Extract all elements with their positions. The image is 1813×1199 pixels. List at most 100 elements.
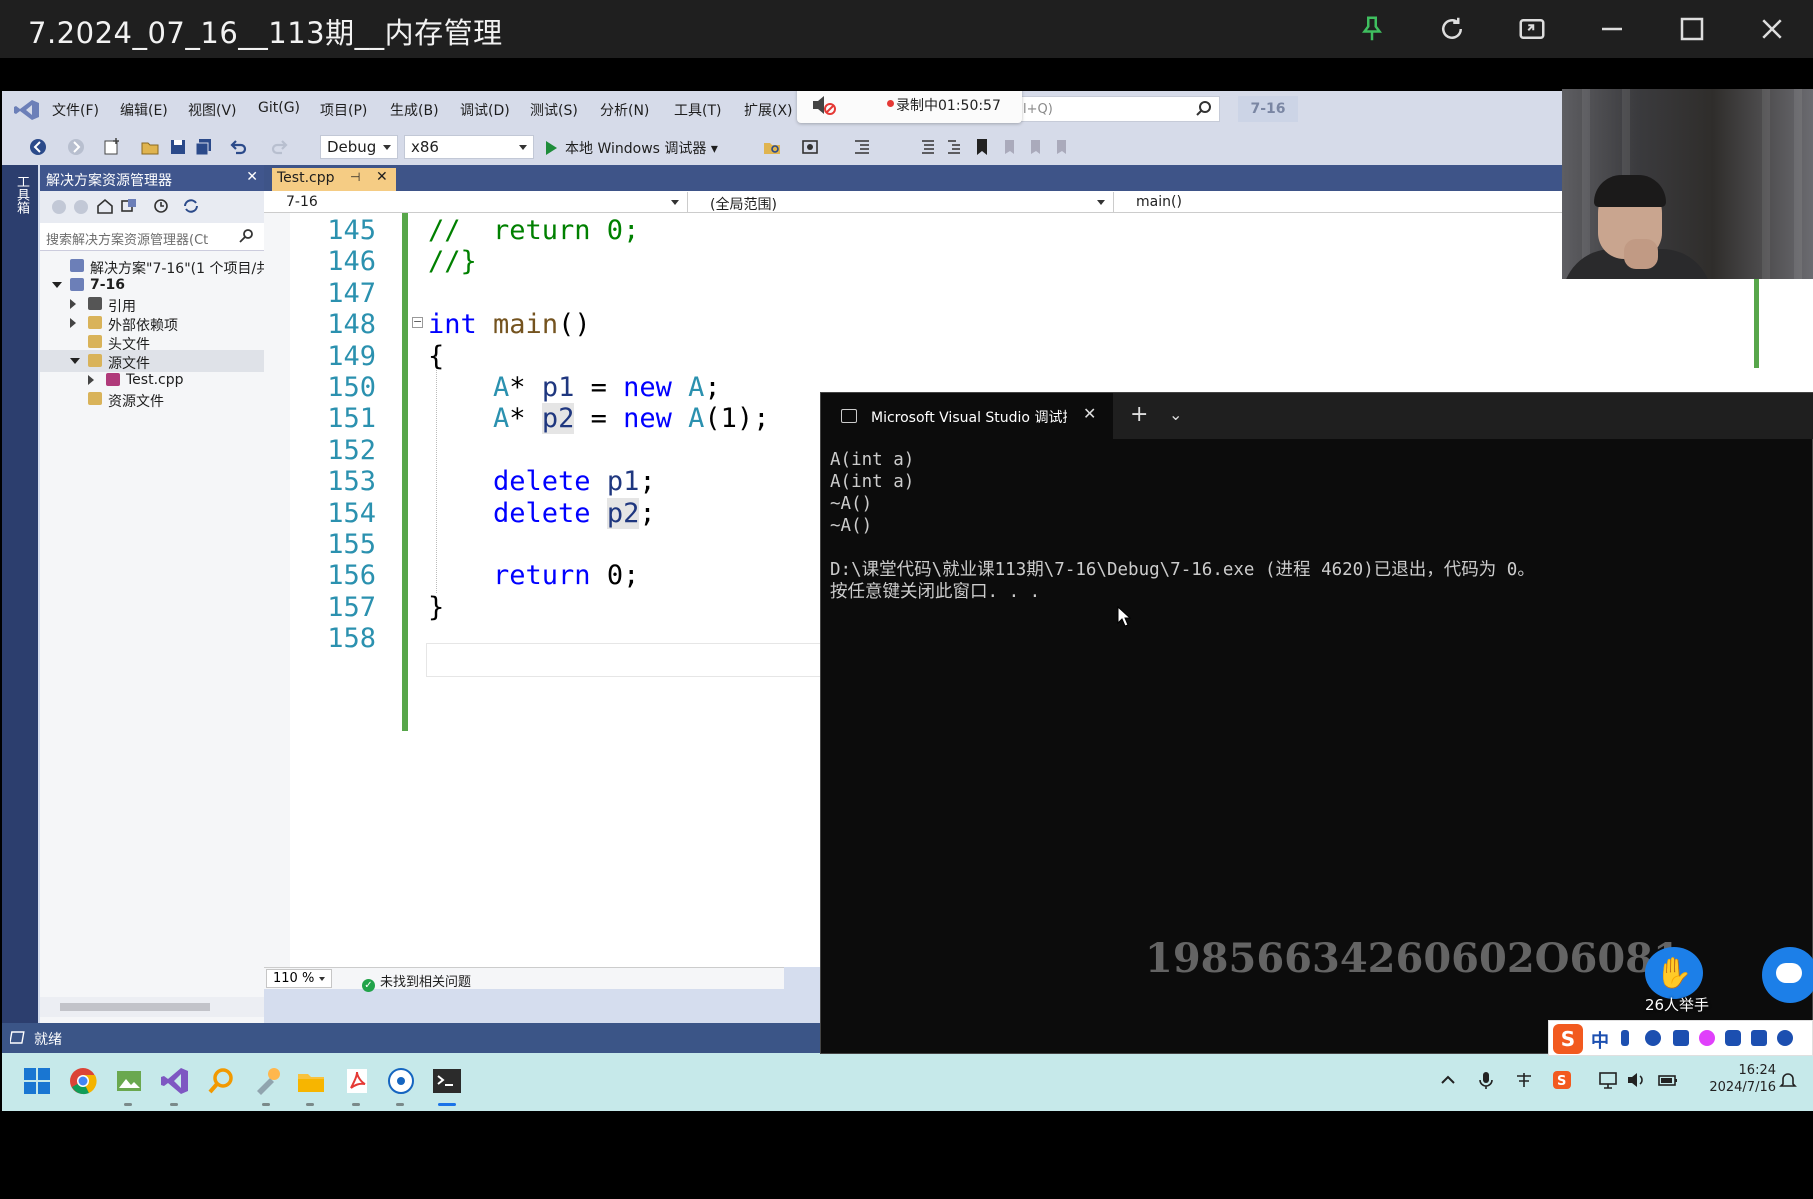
- menu-tools[interactable]: 工具(T): [674, 100, 721, 120]
- scrollbar-thumb[interactable]: [60, 1003, 210, 1011]
- menu-file[interactable]: 文件(F): [52, 100, 99, 120]
- settings-gear-icon[interactable]: [1777, 1030, 1793, 1046]
- member-select[interactable]: main(): [1114, 192, 1574, 212]
- chevron-down-icon[interactable]: ⌄: [1169, 405, 1182, 424]
- uncomment-lines-icon[interactable]: [944, 137, 964, 157]
- expand-closed-icon[interactable]: [70, 299, 76, 309]
- code-line[interactable]: int main(): [428, 309, 591, 340]
- terminal-icon[interactable]: [432, 1066, 462, 1096]
- collapse-main-icon[interactable]: −: [412, 316, 423, 328]
- redo-icon[interactable]: [270, 137, 290, 157]
- code-line[interactable]: {: [428, 341, 444, 372]
- ime-mode-toggle[interactable]: 中: [1591, 1027, 1609, 1053]
- outdent-icon[interactable]: [852, 137, 872, 157]
- back-icon[interactable]: [50, 198, 68, 216]
- prev-bookmark-icon[interactable]: [1000, 137, 1020, 157]
- home-icon[interactable]: [96, 197, 114, 215]
- ide-search-input[interactable]: l+Q): [1016, 96, 1220, 122]
- comment-lines-icon[interactable]: [918, 137, 938, 157]
- configuration-select[interactable]: Debug: [320, 135, 398, 159]
- visual-studio-icon[interactable]: [160, 1066, 190, 1096]
- close-panel-icon[interactable]: ✕: [246, 169, 258, 185]
- pin-tab-icon[interactable]: ⊣: [350, 170, 360, 184]
- platform-select[interactable]: x86: [404, 135, 534, 159]
- menu-test[interactable]: 测试(S): [530, 100, 578, 120]
- code-line[interactable]: A* p2 = new A(1);: [428, 403, 769, 435]
- file-explorer-icon[interactable]: [296, 1066, 326, 1096]
- menu-project[interactable]: 项目(P): [320, 100, 367, 120]
- pin-button[interactable]: [1350, 8, 1394, 50]
- notification-icon[interactable]: [1778, 1070, 1798, 1090]
- taskbar-clock[interactable]: 16:24 2024/7/16: [1696, 1062, 1776, 1096]
- skin-icon[interactable]: [1699, 1030, 1715, 1046]
- network-icon[interactable]: [1598, 1070, 1618, 1090]
- image-viewer-icon[interactable]: [114, 1066, 144, 1096]
- expand-closed-icon[interactable]: [88, 375, 94, 385]
- recording-indicator[interactable]: 录制中01:50:57: [797, 91, 1022, 123]
- tree-item[interactable]: 资源文件: [40, 388, 264, 410]
- issues-indicator[interactable]: ✓ 未找到相关问题: [362, 971, 471, 992]
- code-line[interactable]: }: [428, 592, 444, 623]
- new-project-icon[interactable]: [102, 137, 122, 157]
- voice-input-icon[interactable]: [1645, 1030, 1661, 1046]
- code-line[interactable]: A* p1 = new A;: [428, 372, 721, 403]
- chrome-icon[interactable]: [68, 1066, 98, 1096]
- expand-closed-icon[interactable]: [70, 318, 76, 328]
- tray-chevron-up-icon[interactable]: [1438, 1070, 1458, 1090]
- forward-icon[interactable]: [72, 198, 90, 216]
- raise-hand-button[interactable]: ✋: [1645, 947, 1703, 999]
- code-line[interactable]: //}: [428, 246, 477, 277]
- code-line[interactable]: // return 0;: [428, 215, 639, 246]
- close-button[interactable]: [1750, 8, 1794, 50]
- next-bookmark-icon[interactable]: [1026, 137, 1046, 157]
- expand-open-icon[interactable]: [70, 358, 80, 364]
- refresh-button[interactable]: [1430, 8, 1474, 50]
- sync-icon[interactable]: [182, 197, 200, 215]
- undo-icon[interactable]: [228, 137, 248, 157]
- back-icon[interactable]: [28, 137, 48, 157]
- sogou-logo-icon[interactable]: S: [1553, 1024, 1583, 1054]
- solution-horizontal-scrollbar[interactable]: [40, 997, 264, 1017]
- clear-bookmarks-icon[interactable]: [1052, 137, 1072, 157]
- menu-build[interactable]: 生成(B): [390, 100, 439, 120]
- code-line[interactable]: delete p2;: [428, 497, 656, 529]
- menu-edit[interactable]: 编辑(E): [120, 100, 168, 120]
- picture-in-picture-button[interactable]: [1510, 8, 1554, 50]
- sogou-tray-icon[interactable]: S: [1552, 1070, 1572, 1090]
- close-tab-icon[interactable]: ✕: [376, 169, 388, 185]
- code-line[interactable]: delete p1;: [428, 466, 656, 497]
- muted-speaker-icon[interactable]: [811, 93, 837, 117]
- menu-view[interactable]: 视图(V): [188, 100, 237, 120]
- chat-button[interactable]: [1762, 947, 1813, 1003]
- screen-recorder-icon[interactable]: [386, 1066, 416, 1096]
- menu-analyze[interactable]: 分析(N): [600, 100, 649, 120]
- folder-search-icon[interactable]: [762, 137, 782, 157]
- switch-views-icon[interactable]: [120, 197, 138, 215]
- search-tool-icon[interactable]: [206, 1066, 236, 1096]
- new-tab-icon[interactable]: +: [1130, 402, 1148, 427]
- punctuation-icon[interactable]: [1621, 1030, 1629, 1046]
- keyboard-icon[interactable]: [1673, 1030, 1689, 1046]
- solution-search-input[interactable]: 搜索解决方案资源管理器(Ct: [40, 223, 264, 251]
- start-debugging-button[interactable]: 本地 Windows 调试器 ▾: [546, 138, 718, 158]
- battery-icon[interactable]: [1658, 1070, 1678, 1090]
- tab-test-cpp[interactable]: Test.cpp ⊣ ✕: [272, 168, 396, 191]
- pdf-reader-icon[interactable]: [342, 1066, 372, 1096]
- input-method-icon[interactable]: [1514, 1070, 1534, 1090]
- save-all-icon[interactable]: [194, 137, 214, 157]
- volume-icon[interactable]: [1626, 1070, 1646, 1090]
- toolbox-grid-icon[interactable]: [1751, 1030, 1767, 1046]
- close-tab-icon[interactable]: ✕: [1083, 404, 1096, 423]
- minimize-button[interactable]: [1590, 8, 1634, 50]
- menu-extensions[interactable]: 扩展(X): [744, 100, 793, 120]
- expand-open-icon[interactable]: [52, 282, 62, 288]
- windows-start-icon[interactable]: [22, 1066, 52, 1096]
- screenshot-icon[interactable]: [800, 137, 820, 157]
- open-file-icon[interactable]: [140, 137, 160, 157]
- forward-icon[interactable]: [66, 137, 86, 157]
- code-line[interactable]: return 0;: [428, 560, 639, 591]
- global-scope-select[interactable]: (全局范围): [688, 192, 1114, 213]
- paint-icon[interactable]: [252, 1066, 282, 1096]
- zoom-select[interactable]: 110 %: [266, 969, 332, 988]
- menu-git[interactable]: Git(G): [258, 100, 300, 116]
